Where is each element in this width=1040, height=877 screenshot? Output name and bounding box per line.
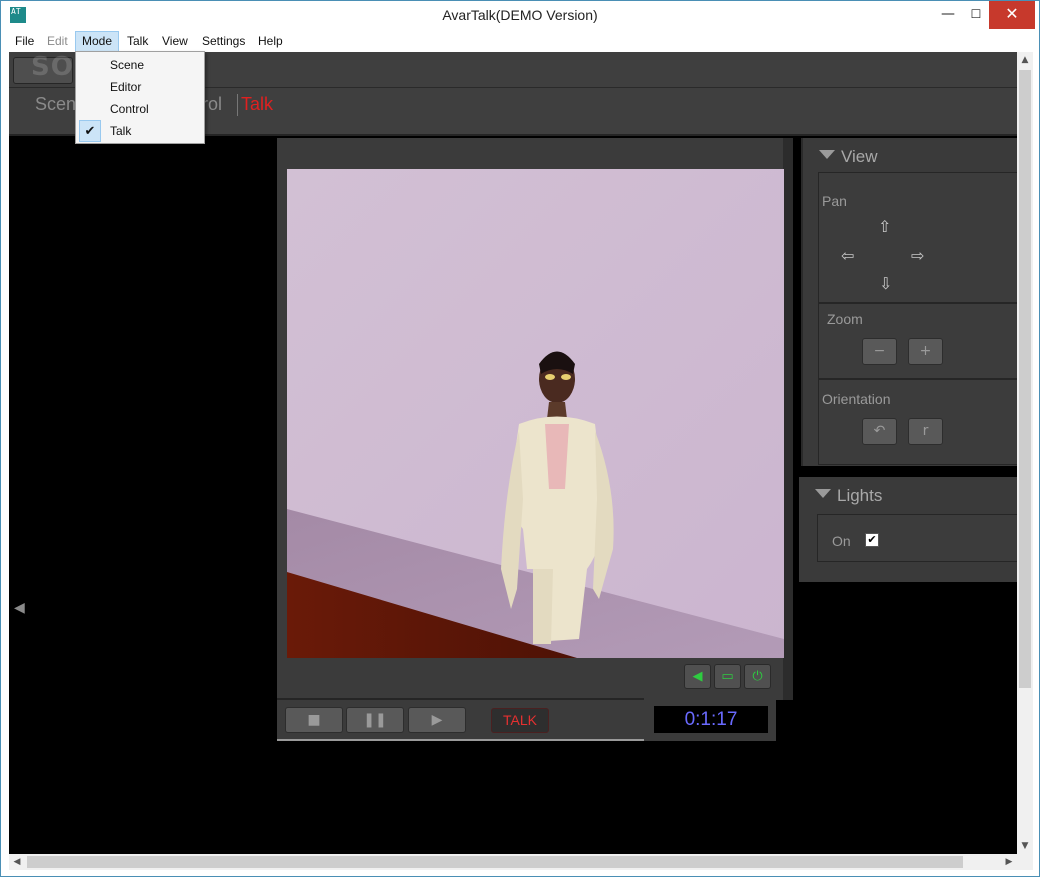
close-button[interactable]: ✕ [989, 1, 1035, 29]
speaker-icon[interactable]: ◀ [684, 664, 711, 689]
view-panel-title: View [841, 147, 878, 166]
mode-menu-item-editor[interactable]: Editor [110, 76, 141, 98]
collapse-left-icon[interactable]: ◀ [14, 600, 25, 616]
orientation-label: Orientation [822, 391, 891, 407]
vertical-scroll-thumb[interactable] [1019, 70, 1031, 688]
rotate-left-button[interactable]: ↶ [862, 418, 897, 445]
pan-down-icon[interactable]: ⇩ [879, 274, 892, 293]
scroll-right-icon[interactable]: ▶ [1001, 854, 1017, 870]
horizontal-scrollbar[interactable]: ◀ ▶ [9, 854, 1033, 870]
elapsed-time: 0:1:17 [654, 706, 768, 733]
horizontal-scroll-thumb[interactable] [27, 856, 963, 868]
minimize-button[interactable]: — [931, 1, 965, 29]
menu-talk[interactable]: Talk [121, 31, 154, 52]
scene-render [287, 169, 784, 658]
tab-talk[interactable]: Talk [241, 94, 273, 115]
menu-mode[interactable]: Mode [75, 31, 120, 52]
main-canvas: SOFTPEDIA Scen rol Talk ◀ [9, 52, 1017, 854]
mode-menu-item-talk[interactable]: Talk [110, 120, 131, 142]
zoom-label: Zoom [827, 311, 863, 327]
menu-view[interactable]: View [156, 31, 194, 52]
app-window: AT AvarTalk(DEMO Version) — ☐ ✕ File Edi… [0, 0, 1040, 877]
timer-box: 0:1:17 [644, 698, 776, 741]
window-title: AvarTalk(DEMO Version) [442, 7, 598, 23]
power-icon[interactable]: ⏻ [744, 664, 771, 689]
menu-bar: File Edit Mode Talk View Settings Help [9, 31, 1033, 52]
title-bar[interactable]: AT AvarTalk(DEMO Version) — ☐ ✕ [1, 1, 1039, 31]
zoom-out-button[interactable]: − [862, 338, 897, 365]
collapse-triangle-icon[interactable] [815, 489, 831, 498]
scroll-left-icon[interactable]: ◀ [9, 854, 25, 870]
tab-scene[interactable]: Scen [35, 94, 76, 115]
tab-control[interactable]: rol [202, 94, 222, 115]
pan-label: Pan [822, 193, 847, 209]
avatar-viewport[interactable] [287, 169, 784, 658]
scroll-down-icon[interactable]: ▼ [1017, 838, 1033, 854]
stop-button[interactable]: ■ [285, 707, 343, 733]
lights-panel: Lights On ✔ [793, 477, 1017, 582]
lights-panel-title: Lights [837, 486, 883, 505]
mode-menu-item-scene[interactable]: Scene [110, 54, 144, 76]
tab-separator [237, 94, 238, 116]
menu-file[interactable]: File [9, 31, 40, 52]
zoom-in-button[interactable]: + [908, 338, 943, 365]
scroll-up-icon[interactable]: ▲ [1017, 52, 1033, 68]
transport-bar: ■ ❚❚ ▶ TALK [277, 698, 644, 741]
menu-help[interactable]: Help [252, 31, 289, 52]
check-icon: ✔ [79, 120, 101, 142]
lights-on-checkbox[interactable]: ✔ [865, 533, 879, 547]
maximize-button[interactable]: ☐ [961, 1, 991, 29]
lights-section: On ✔ [817, 514, 1017, 562]
talk-button[interactable]: TALK [491, 708, 549, 733]
pan-right-icon[interactable]: ⇨ [911, 246, 924, 265]
menu-settings[interactable]: Settings [196, 31, 251, 52]
screen-icon[interactable]: ▭ [714, 664, 741, 689]
orientation-section: Orientation ↶ r [818, 379, 1017, 465]
rotate-right-button[interactable]: r [908, 418, 943, 445]
pan-up-icon[interactable]: ⇧ [878, 217, 891, 236]
play-button[interactable]: ▶ [408, 707, 466, 733]
lights-on-label: On [832, 533, 851, 549]
collapse-triangle-icon[interactable] [819, 150, 835, 159]
pause-button[interactable]: ❚❚ [346, 707, 404, 733]
mode-menu-item-control[interactable]: Control [110, 98, 149, 120]
menu-edit[interactable]: Edit [41, 31, 74, 52]
view-panel: View Pan ⇧ ⇦ ⇨ ⇩ Zoom − + Orientation ↶ … [801, 138, 1017, 466]
zoom-section: Zoom − + [818, 303, 1017, 379]
pan-section: Pan ⇧ ⇦ ⇨ ⇩ [818, 172, 1017, 303]
pan-left-icon[interactable]: ⇦ [841, 246, 854, 265]
vertical-scrollbar[interactable]: ▲ ▼ [1017, 52, 1033, 854]
mode-menu-dropdown: Scene Editor Control ✔ Talk [75, 51, 205, 144]
